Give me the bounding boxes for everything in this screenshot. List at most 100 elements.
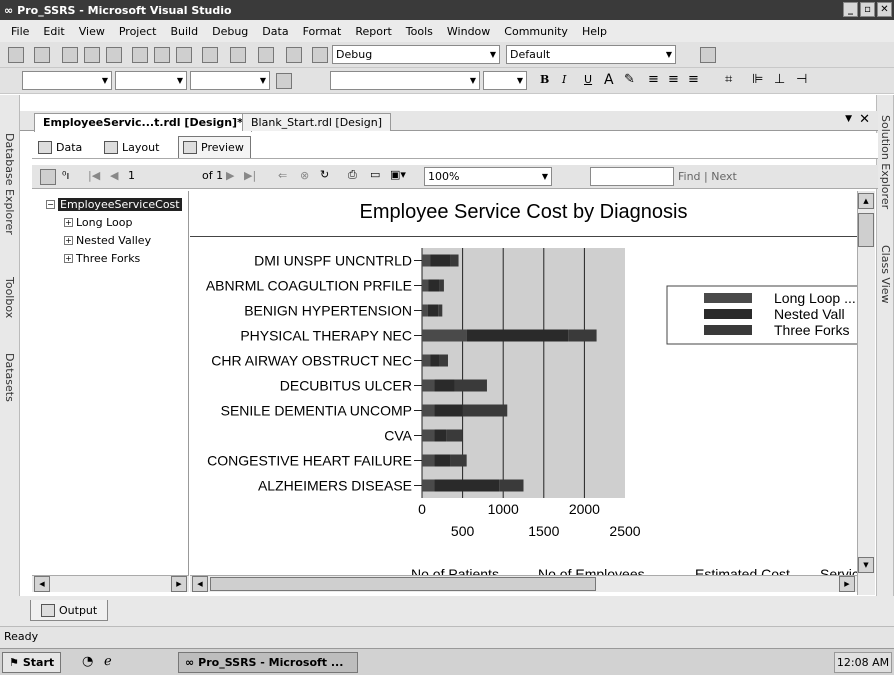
scroll-left-icon[interactable]: ◀ — [192, 576, 208, 592]
report-vscroll[interactable]: ▲ ▼ — [857, 191, 875, 595]
last-page-icon[interactable]: ▶| — [244, 169, 256, 182]
italic-icon[interactable]: I — [562, 73, 566, 86]
tab-blank-start[interactable]: Blank_Start.rdl [Design] — [242, 113, 391, 131]
find-next-link[interactable]: Find | Next — [678, 170, 737, 183]
start-button[interactable]: ⚑ Start — [2, 652, 62, 673]
add-item-icon[interactable] — [34, 47, 50, 63]
paste-icon[interactable] — [176, 47, 192, 63]
minimize-button[interactable]: _ — [843, 2, 858, 17]
save-icon[interactable] — [84, 47, 100, 63]
font-dropdown[interactable]: ▼ — [115, 71, 187, 90]
menu-build[interactable]: Build — [163, 25, 205, 38]
copy-icon[interactable] — [154, 47, 170, 63]
save-all-icon[interactable] — [106, 47, 122, 63]
menu-view[interactable]: View — [72, 25, 112, 38]
tab-data[interactable]: Data — [34, 136, 88, 158]
align-rights-icon[interactable]: ⊣ — [796, 72, 807, 87]
print-icon[interactable]: ⎙ — [348, 168, 357, 182]
window-icon[interactable] — [286, 47, 302, 63]
close-button[interactable]: ✕ — [877, 2, 892, 17]
datasets-tab[interactable]: Datasets — [3, 353, 16, 402]
font-size-dropdown[interactable]: ▼ — [483, 71, 527, 90]
size-dropdown[interactable]: ▼ — [190, 71, 270, 90]
prev-page-icon[interactable]: ◀ — [110, 169, 118, 182]
find-in-files-icon[interactable] — [700, 47, 716, 63]
first-page-icon[interactable]: |◀ — [88, 169, 100, 182]
menu-project[interactable]: Project — [112, 25, 164, 38]
document-map-icon[interactable] — [40, 169, 56, 185]
tree-item-three-forks[interactable]: + Three Forks — [64, 252, 140, 265]
zoom-dropdown[interactable]: 100% ▼ — [424, 167, 552, 186]
menu-debug[interactable]: Debug — [205, 25, 255, 38]
align-center-icon[interactable]: ≡ — [668, 72, 679, 87]
scroll-right-icon[interactable]: ▶ — [171, 576, 187, 592]
redo-icon[interactable] — [230, 47, 246, 63]
menu-data[interactable]: Data — [255, 25, 295, 38]
solution-explorer-tab[interactable]: Solution Explorer — [879, 115, 892, 209]
config-dropdown[interactable]: Debug ▼ — [332, 45, 500, 64]
next-page-icon[interactable]: ▶ — [226, 169, 234, 182]
tree-root[interactable]: − EmployeeServiceCost — [46, 198, 182, 211]
font-name-dropdown[interactable]: ▼ — [330, 71, 480, 90]
style-dropdown[interactable]: ▼ — [22, 71, 112, 90]
layout-grid-icon[interactable]: ⌗ — [725, 72, 732, 87]
tab-preview[interactable]: Preview — [178, 136, 251, 158]
menu-file[interactable]: File — [4, 25, 36, 38]
menu-format[interactable]: Format — [296, 25, 349, 38]
maximize-button[interactable]: ▫ — [860, 2, 875, 17]
menu-edit[interactable]: Edit — [36, 25, 71, 38]
menu-window[interactable]: Window — [440, 25, 497, 38]
scroll-down-icon[interactable]: ▼ — [858, 557, 874, 573]
align-lefts-icon[interactable]: ⊫ — [752, 72, 763, 87]
print-layout-icon[interactable]: ▭ — [370, 168, 380, 181]
output-tab[interactable]: Output — [30, 600, 109, 621]
tree-item-long-loop[interactable]: + Long Loop — [64, 216, 133, 229]
underline-icon[interactable]: U — [584, 73, 592, 86]
align-left-icon[interactable]: ≡ — [648, 72, 659, 87]
font-color-icon[interactable]: A — [604, 72, 614, 88]
expand-icon[interactable]: + — [64, 254, 73, 263]
navigate-icon[interactable] — [258, 47, 274, 63]
new-project-icon[interactable] — [8, 47, 24, 63]
tab-layout[interactable]: Layout — [100, 136, 165, 158]
tab-employee-service-cost[interactable]: EmployeeServic...t.rdl [Design]* — [34, 113, 252, 132]
undo-icon[interactable] — [202, 47, 218, 63]
highlight-icon[interactable]: ✎ — [624, 72, 635, 87]
parameters-icon[interactable]: ⁰ı — [62, 169, 69, 182]
menu-community[interactable]: Community — [497, 25, 575, 38]
menu-tools[interactable]: Tools — [399, 25, 440, 38]
start-debug-icon[interactable] — [312, 47, 328, 63]
stop-icon[interactable]: ⊗ — [300, 169, 309, 182]
expand-icon[interactable]: + — [64, 236, 73, 245]
page-number-input[interactable]: 1 — [128, 169, 135, 182]
scroll-thumb[interactable] — [858, 213, 874, 247]
taskbar-task-visual-studio[interactable]: ∞ Pro_SSRS - Microsoft ... — [178, 652, 358, 673]
export-icon[interactable]: ▣▾ — [390, 168, 406, 181]
hscroll-thumb[interactable] — [210, 577, 596, 591]
align-centers-icon[interactable]: ⊥ — [774, 72, 785, 87]
menu-report[interactable]: Report — [348, 25, 398, 38]
refresh-icon[interactable]: ↻ — [320, 168, 329, 181]
tab-list-dropdown-icon[interactable]: ▼ — [845, 114, 852, 124]
toolbox-tab[interactable]: Toolbox — [3, 277, 16, 318]
class-view-tab[interactable]: Class View — [879, 245, 892, 304]
database-explorer-tab[interactable]: Database Explorer — [3, 133, 16, 235]
menu-help[interactable]: Help — [575, 25, 614, 38]
platform-dropdown[interactable]: Default ▼ — [506, 45, 676, 64]
report-hscroll[interactable]: ◀ ▶ — [190, 575, 857, 592]
docmap-hscroll[interactable]: ◀ ▶ — [32, 575, 189, 592]
show-desktop-icon[interactable]: ◔ — [82, 654, 93, 669]
scroll-right-icon[interactable]: ▶ — [839, 576, 855, 592]
find-input[interactable] — [590, 167, 674, 186]
collapse-icon[interactable]: − — [46, 200, 55, 209]
back-icon[interactable]: ⇐ — [278, 169, 287, 182]
expand-icon[interactable]: + — [64, 218, 73, 227]
close-document-icon[interactable]: ✕ — [859, 112, 870, 127]
cut-icon[interactable] — [132, 47, 148, 63]
tree-item-nested-valley[interactable]: + Nested Valley — [64, 234, 151, 247]
open-file-icon[interactable] — [62, 47, 78, 63]
scroll-left-icon[interactable]: ◀ — [34, 576, 50, 592]
bold-icon[interactable]: B — [540, 73, 549, 86]
internet-explorer-icon[interactable]: ℯ — [104, 654, 112, 669]
border-icon[interactable] — [276, 73, 292, 89]
